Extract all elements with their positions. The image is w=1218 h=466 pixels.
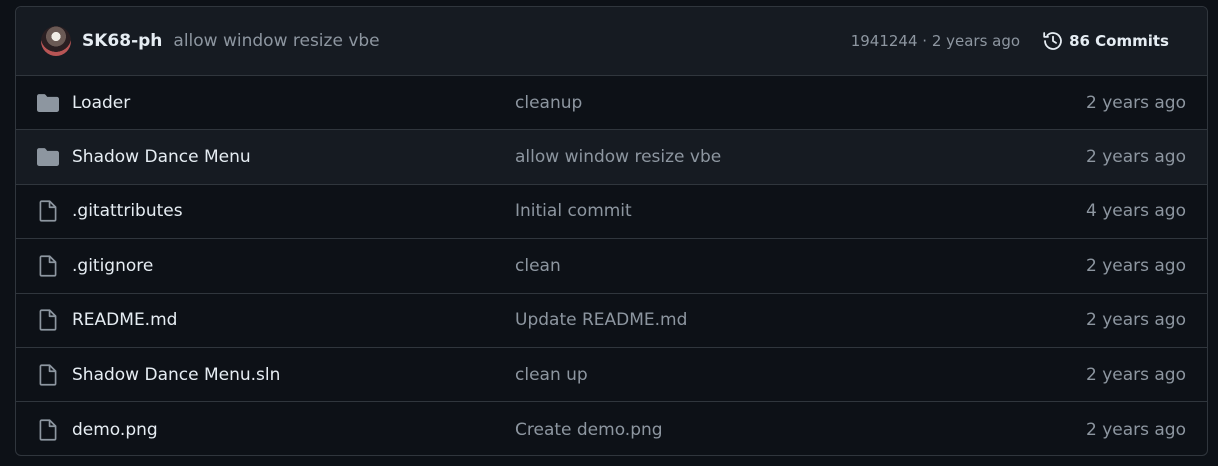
- file-row[interactable]: README.md Update README.md 2 years ago: [16, 294, 1207, 348]
- file-commit-age: 2 years ago: [1085, 92, 1186, 113]
- file-row[interactable]: Loader cleanup 2 years ago: [16, 76, 1207, 131]
- file-row[interactable]: .gitattributes Initial commit 4 years ago: [16, 185, 1207, 240]
- file-commit-message-link[interactable]: clean: [515, 256, 1007, 276]
- file-commit-age: 2 years ago: [1085, 310, 1186, 331]
- commit-hash-and-age[interactable]: 1941244 · 2 years ago: [851, 32, 1020, 50]
- file-commit-message-link[interactable]: Create demo.png: [515, 420, 1007, 440]
- file-icon: [37, 255, 59, 277]
- file-commit-message-link[interactable]: clean up: [515, 365, 1007, 385]
- file-row[interactable]: Shadow Dance Menu allow window resize vbe…: [16, 130, 1207, 185]
- commits-link[interactable]: 86 Commits: [1042, 30, 1169, 52]
- file-icon: [37, 418, 59, 441]
- latest-commit-header: SK68-ph allow window resize vbe 1941244 …: [16, 7, 1207, 76]
- commit-author[interactable]: SK68-ph: [82, 31, 162, 51]
- file-name-link[interactable]: demo.png: [72, 420, 515, 440]
- history-icon: [1043, 32, 1062, 50]
- file-name-link[interactable]: Shadow Dance Menu.sln: [72, 365, 515, 385]
- file-commit-message-link[interactable]: cleanup: [515, 93, 1007, 113]
- avatar[interactable]: [41, 26, 71, 56]
- file-icon: [37, 309, 59, 331]
- file-commit-age: 2 years ago: [1085, 364, 1186, 385]
- file-commit-age: 2 years ago: [1085, 419, 1186, 440]
- file-icon: [37, 200, 59, 223]
- file-name-link[interactable]: Shadow Dance Menu: [72, 147, 515, 167]
- folder-icon: [37, 92, 59, 114]
- file-commit-message-link[interactable]: allow window resize vbe: [515, 147, 1007, 167]
- file-row[interactable]: .gitignore clean 2 years ago: [16, 239, 1207, 294]
- file-commit-age: 2 years ago: [1085, 147, 1186, 168]
- file-commit-age: 4 years ago: [1085, 201, 1186, 222]
- folder-icon: [37, 146, 59, 168]
- commits-count-label: 86 Commits: [1069, 32, 1169, 50]
- file-icon: [37, 364, 59, 386]
- file-name-link[interactable]: Loader: [72, 93, 515, 113]
- file-list: Loader cleanup 2 years ago Shadow Dance Men…: [16, 76, 1207, 455]
- file-row[interactable]: Shadow Dance Menu.sln clean up 2 years ago: [16, 348, 1207, 403]
- latest-commit-message[interactable]: allow window resize vbe: [173, 31, 379, 51]
- file-name-link[interactable]: README.md: [72, 310, 515, 330]
- file-commit-message-link[interactable]: Update README.md: [515, 310, 1007, 330]
- file-commit-age: 2 years ago: [1085, 255, 1186, 276]
- file-table: SK68-ph allow window resize vbe 1941244 …: [15, 6, 1208, 456]
- file-name-link[interactable]: .gitignore: [72, 256, 515, 276]
- file-row[interactable]: demo.png Create demo.png 2 years ago: [16, 402, 1207, 455]
- file-commit-message-link[interactable]: Initial commit: [515, 201, 1007, 221]
- file-name-link[interactable]: .gitattributes: [72, 201, 515, 221]
